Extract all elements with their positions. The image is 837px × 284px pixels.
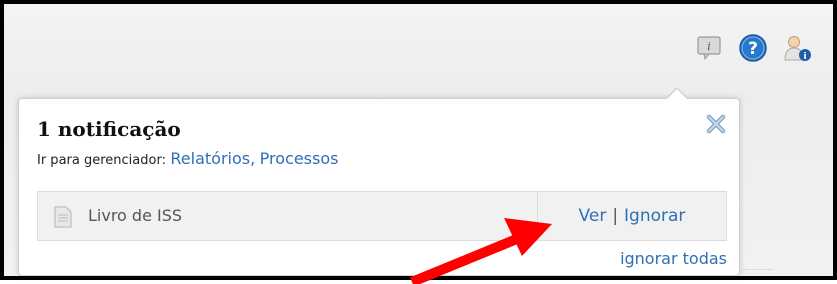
popup-title: 1 notificação [37, 117, 181, 141]
ignore-all-link[interactable]: ignorar todas [620, 249, 727, 268]
close-icon[interactable] [705, 113, 727, 135]
notification-actions: Ver | Ignorar [537, 192, 726, 240]
ignore-link[interactable]: Ignorar [624, 206, 685, 226]
svg-text:?: ? [748, 39, 758, 59]
notification-popup: 1 notificação Ir para gerenciador: Relat… [18, 87, 773, 276]
info-icon[interactable]: i [691, 30, 727, 66]
actions-separator: | [612, 206, 619, 226]
document-icon [54, 206, 72, 228]
notification-row: Livro de ISS Ver | Ignorar [37, 191, 727, 241]
svg-text:i: i [803, 52, 806, 62]
dotted-divider [743, 269, 773, 270]
link-separator: , [250, 149, 256, 168]
link-processos[interactable]: Processos [260, 149, 339, 168]
manager-label: Ir para gerenciador: [37, 153, 166, 168]
ignore-all-container: ignorar todas [620, 249, 727, 268]
notification-text: Livro de ISS [88, 206, 183, 225]
manager-links-line: Ir para gerenciador: Relatórios, Process… [37, 149, 338, 168]
app-frame: i ? i 1 notificação Ir para gerenciador: [0, 0, 837, 284]
popup-pointer-fill [666, 89, 688, 100]
link-relatorios[interactable]: Relatórios [170, 149, 250, 168]
svg-text:i: i [707, 40, 711, 53]
user-info-icon[interactable]: i [779, 30, 815, 66]
header-toolbar: i ? i [691, 30, 815, 66]
help-icon[interactable]: ? [735, 30, 771, 66]
view-link[interactable]: Ver [579, 206, 607, 226]
